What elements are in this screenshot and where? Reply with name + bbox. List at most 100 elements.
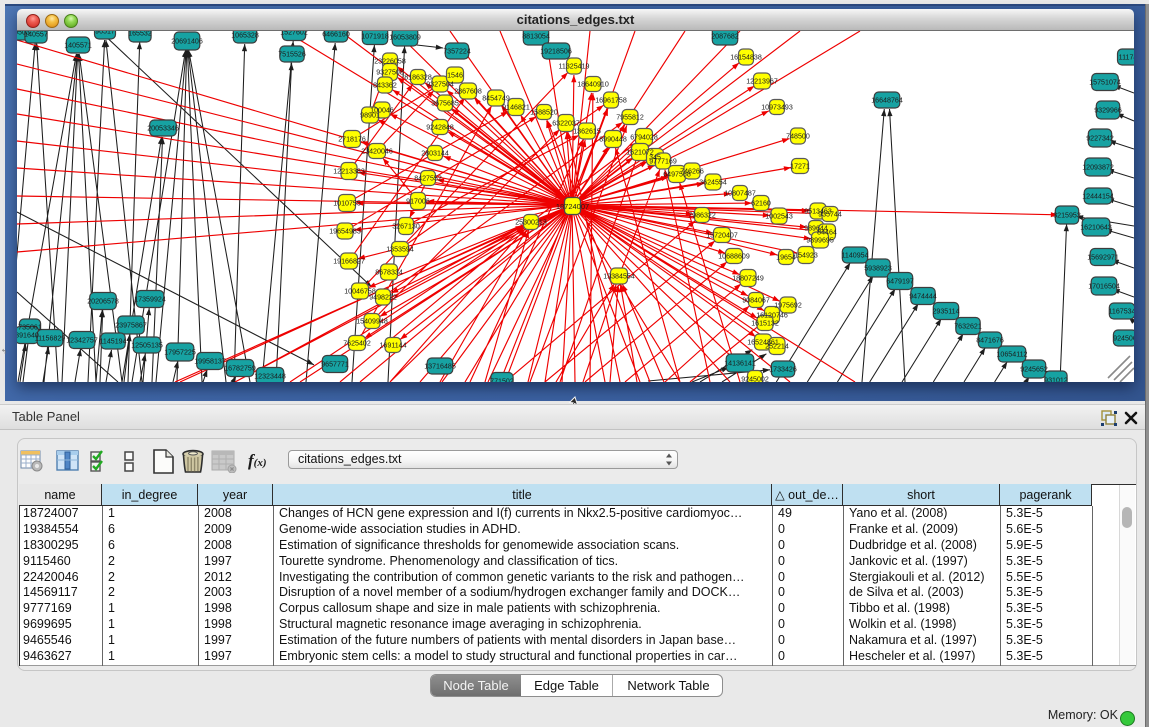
svg-text:1140954: 1140954 [841, 251, 868, 259]
svg-text:9242848: 9242848 [426, 123, 454, 131]
svg-text:11156829: 11156829 [35, 334, 66, 342]
svg-text:10688609: 10688609 [718, 252, 750, 260]
svg-text:19654983: 19654983 [329, 227, 361, 235]
svg-text:62160: 62160 [751, 199, 771, 207]
svg-text:924506: 924506 [1113, 334, 1134, 342]
svg-text:9327504: 9327504 [426, 80, 454, 88]
svg-text:3675685: 3675685 [431, 99, 459, 107]
svg-text:20206578: 20206578 [87, 297, 119, 305]
svg-text:18640910: 18640910 [577, 80, 609, 88]
svg-text:9329966: 9329966 [1094, 106, 1122, 114]
svg-text:15720407: 15720407 [706, 231, 738, 239]
svg-text:2867608: 2867608 [454, 87, 482, 95]
svg-text:16210643: 16210643 [1080, 223, 1112, 231]
svg-text:98901: 98901 [360, 111, 380, 119]
svg-text:1975692: 1975692 [774, 301, 802, 309]
svg-text:1065328: 1065328 [231, 31, 259, 39]
svg-text:14136141: 14136141 [724, 359, 756, 367]
svg-text:7632621: 7632621 [954, 322, 982, 330]
svg-text:3624554: 3624554 [699, 178, 727, 186]
svg-text:12342757: 12342757 [66, 336, 98, 344]
svg-text:1145194: 1145194 [99, 337, 126, 345]
svg-text:1546: 1546 [447, 71, 463, 79]
svg-text:10973493: 10973493 [761, 103, 793, 111]
svg-text:6479197: 6479197 [886, 277, 914, 285]
svg-text:8454749: 8454749 [482, 94, 510, 102]
svg-text:20053346: 20053346 [147, 124, 179, 132]
svg-text:7625402: 7625402 [343, 339, 371, 347]
svg-text:735061: 735061 [18, 323, 42, 331]
svg-text:1527602: 1527602 [280, 31, 308, 36]
svg-text:748500: 748500 [786, 132, 810, 140]
svg-text:25300213: 25300213 [515, 218, 547, 226]
svg-text:1362615: 1362615 [573, 127, 601, 135]
svg-text:16648764: 16648764 [871, 96, 903, 104]
svg-text:3267130: 3267130 [392, 222, 420, 230]
svg-text:16782759: 16782759 [224, 364, 256, 372]
svg-text:5938923: 5938923 [864, 264, 892, 272]
svg-text:19384554: 19384554 [603, 272, 635, 280]
svg-text:19166827: 19166827 [333, 257, 365, 265]
svg-text:931012: 931012 [1044, 376, 1068, 382]
svg-text:9899695: 9899695 [806, 236, 834, 244]
svg-text:12213383: 12213383 [333, 167, 365, 175]
svg-text:9498222: 9498222 [369, 293, 397, 301]
svg-text:10654112: 10654112 [996, 350, 1027, 358]
svg-text:1002543: 1002543 [765, 212, 793, 220]
svg-text:3215953: 3215953 [1053, 211, 1081, 219]
svg-text:9084067: 9084067 [742, 296, 770, 304]
svg-text:9227342: 9227342 [1086, 134, 1114, 142]
svg-text:13716485: 13716485 [424, 362, 456, 370]
svg-text:2087682: 2087682 [711, 32, 739, 40]
svg-text:9474444: 9474444 [909, 292, 937, 300]
svg-text:19958137: 19958137 [194, 357, 226, 365]
svg-text:2718176: 2718176 [338, 135, 366, 143]
svg-text:17359924: 17359924 [134, 295, 166, 303]
svg-text:12323448: 12323448 [254, 372, 286, 380]
svg-text:8427552: 8427552 [414, 174, 442, 182]
svg-text:10807487: 10807487 [724, 189, 756, 197]
svg-text:15409948: 15409948 [356, 317, 388, 325]
svg-text:18724007: 18724007 [556, 202, 589, 211]
svg-text:917006: 917006 [406, 197, 430, 205]
svg-text:84464: 84464 [817, 228, 837, 236]
svg-text:2935114: 2935114 [932, 307, 959, 315]
svg-text:7955812: 7955812 [616, 113, 644, 121]
svg-text:15692971: 15692971 [1087, 253, 1119, 261]
svg-text:9777169: 9777169 [649, 157, 677, 165]
svg-text:8678334: 8678334 [375, 268, 403, 276]
svg-text:12213967: 12213967 [746, 77, 778, 85]
svg-text:1353594: 1353594 [386, 245, 414, 253]
svg-text:11325419: 11325419 [558, 62, 589, 70]
svg-text:154923: 154923 [794, 251, 818, 259]
svg-text:23420046: 23420046 [361, 147, 393, 155]
svg-text:8813054: 8813054 [522, 32, 550, 40]
svg-text:12505135: 12505135 [131, 341, 163, 349]
svg-text:746266: 746266 [680, 167, 704, 175]
svg-text:1167534: 1167534 [1108, 307, 1134, 315]
svg-text:23975867: 23975867 [115, 321, 147, 329]
svg-text:23226058: 23226058 [374, 57, 406, 65]
svg-text:90517: 90517 [95, 31, 115, 35]
svg-text:1588520: 1588520 [530, 108, 558, 116]
svg-text:7357224: 7357224 [443, 47, 471, 55]
svg-text:9245652: 9245652 [1020, 365, 1048, 373]
svg-text:9146821: 9146821 [502, 103, 530, 111]
svg-text:18807249: 18807249 [732, 274, 764, 282]
svg-text:1010755: 1010755 [333, 199, 361, 207]
svg-text:165532: 165532 [128, 31, 152, 37]
svg-text:6466160: 6466160 [322, 31, 350, 38]
svg-text:7986322: 7986322 [688, 211, 716, 219]
svg-text:140557: 140557 [24, 31, 48, 38]
svg-text:771502: 771502 [490, 377, 514, 382]
svg-text:11174: 11174 [1119, 53, 1134, 61]
svg-text:843362: 843362 [373, 81, 397, 89]
svg-text:16961758: 16961758 [595, 96, 627, 104]
svg-text:252214: 252214 [765, 342, 789, 350]
svg-text:6794028: 6794028 [630, 133, 658, 141]
svg-text:16154838: 16154838 [730, 53, 762, 61]
svg-text:8990448: 8990448 [599, 135, 627, 143]
svg-text:19654: 19654 [776, 253, 796, 261]
svg-text:1691144: 1691144 [379, 341, 406, 349]
svg-text:15751074: 15751074 [1089, 78, 1121, 86]
